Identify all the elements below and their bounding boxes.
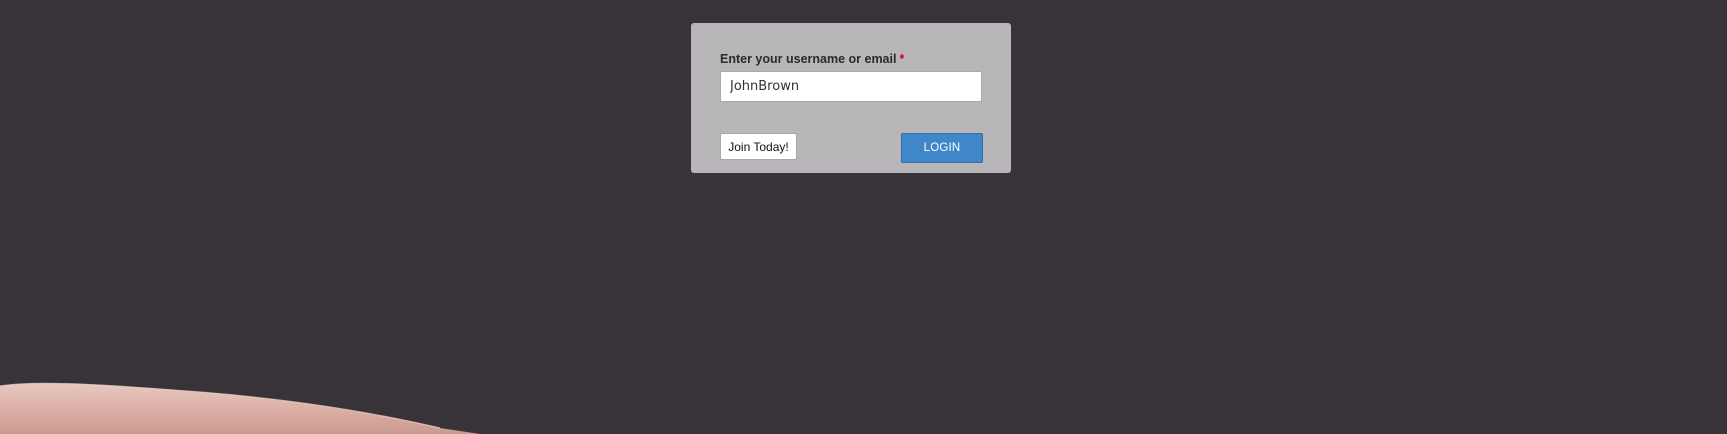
username-input[interactable]	[720, 71, 982, 102]
required-asterisk: *	[899, 52, 905, 66]
username-label: Enter your username or email *	[720, 52, 904, 66]
login-button[interactable]: LOGIN	[901, 133, 983, 163]
login-card: Enter your username or email* Join Today…	[691, 23, 1011, 173]
join-today-button[interactable]: Join Today!	[720, 133, 797, 160]
username-label-text: Enter your username or email	[720, 52, 897, 66]
